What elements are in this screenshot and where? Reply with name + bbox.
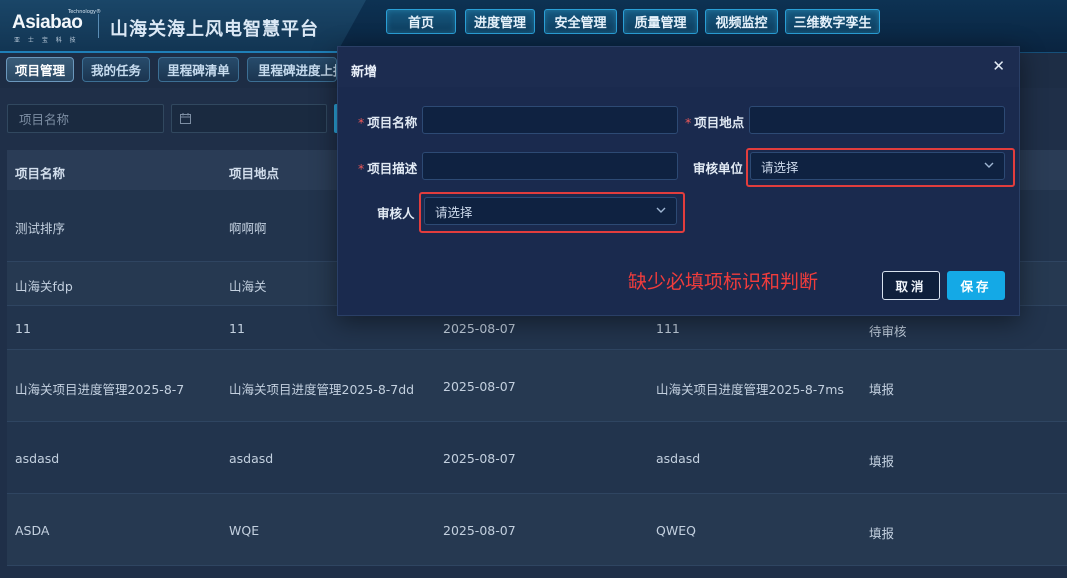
project-desc-input[interactable] [422,152,678,180]
dialog-header: 新增 ✕ [338,47,1019,87]
table-cell: QWEQ [656,523,696,538]
status-text: 填报 [869,454,895,469]
reviewer-label: 审核人 [377,206,415,221]
status-text: 填报 [869,526,895,541]
required-mark: * [685,115,692,130]
table-cell: 11 [229,321,245,336]
logo-main-text: Asiabao [12,12,83,33]
nav-progress[interactable]: 进度管理 [465,9,535,34]
table-cell: 山海关项目进度管理2025-8-7 [15,382,185,397]
table-cell: ASDA [15,523,50,538]
calendar-icon [180,113,191,124]
project-desc-label: * 项目描述 [358,161,418,176]
tab-milestone-report[interactable]: 里程碑进度上报 [247,57,337,82]
required-mark: * [358,161,365,176]
table-cell: 11 [15,321,31,336]
table-cell: 2025-08-07 [443,523,516,538]
table-cell: 2025-08-07 [443,321,516,336]
tab-milestone-list[interactable]: 里程碑清单 [158,57,239,82]
app-title: 山海关海上风电智慧平台 [110,19,319,40]
column-header-location: 项目地点 [229,166,280,181]
table-cell: asdasd [15,451,60,466]
highlight-review-unit [746,148,1015,187]
project-location-label: * 项目地点 [685,115,745,130]
project-name-label: * 项目名称 [358,115,418,130]
nav-home[interactable]: 首页 [386,9,456,34]
table-cell: 111 [656,321,680,336]
table-cell: 山海关项目进度管理2025-8-7dd [229,382,415,397]
annotation-text: 缺少必填项标识和判断 [628,271,819,293]
logo-divider [98,14,99,38]
date-filter[interactable] [171,104,327,133]
table-row[interactable] [7,494,1067,566]
table-cell: 测试排序 [15,221,66,236]
status-text: 待审核 [869,324,907,339]
dialog-title: 新增 [351,65,378,80]
tab-my-tasks[interactable]: 我的任务 [82,57,150,82]
nav-safety[interactable]: 安全管理 [544,9,617,34]
nav-digital-twin[interactable]: 三维数字孪生 [785,9,880,34]
brand-logo: Technology® Asiabao 亚 士 宝 科 技 [10,9,101,44]
save-button[interactable]: 保存 [947,271,1005,300]
table-cell: WQE [229,523,260,538]
nav-video[interactable]: 视频监控 [705,9,778,34]
table-cell: 山海关 [229,279,267,294]
review-unit-label: 审核单位 [693,161,744,176]
project-name-input[interactable] [422,106,678,134]
project-name-filter[interactable]: 项目名称 [7,104,164,133]
close-icon[interactable]: ✕ [992,57,1005,75]
column-header-name: 项目名称 [15,166,66,181]
logo-sub-text: 亚 士 宝 科 技 [14,37,79,44]
table-cell: 山海关fdp [15,279,73,294]
tab-project-management[interactable]: 项目管理 [6,57,74,82]
highlight-reviewer [419,192,685,233]
table-row[interactable] [7,422,1067,494]
table-cell: 山海关项目进度管理2025-8-7ms [656,382,844,397]
table-cell: asdasd [229,451,274,466]
project-location-input[interactable] [749,106,1005,134]
table-cell: 2025-08-07 [443,451,516,466]
status-text: 填报 [869,382,895,397]
table-cell: 2025-08-07 [443,379,516,394]
cancel-button[interactable]: 取消 [882,271,940,300]
nav-quality[interactable]: 质量管理 [623,9,698,34]
required-mark: * [358,115,365,130]
table-cell: 啊啊啊 [229,221,267,236]
table-cell: asdasd [656,451,701,466]
